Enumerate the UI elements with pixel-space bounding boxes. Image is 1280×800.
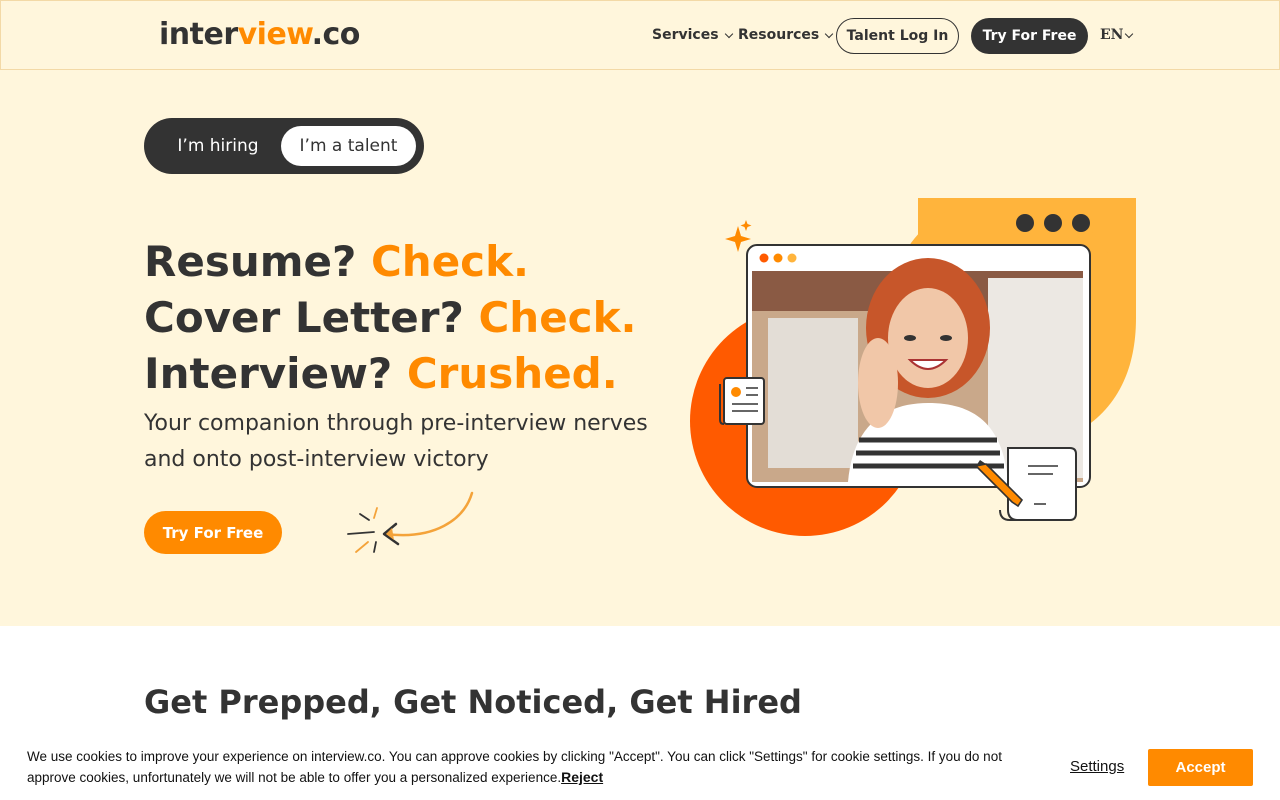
talent-login-button[interactable]: Talent Log In — [836, 18, 959, 54]
arrow-doodle-icon — [347, 491, 474, 553]
headline-line: Interview? Crushed. — [144, 349, 618, 398]
cookie-reject-link[interactable]: Reject — [561, 769, 603, 785]
site-header: interview.co Services Resources Talent L… — [0, 0, 1280, 70]
try-free-hero-button[interactable]: Try For Free — [144, 511, 282, 554]
cookie-text-block: We use cookies to improve your experienc… — [27, 746, 1037, 788]
hero-section: I’m hiring I’m a talent Resume? Check. C… — [0, 70, 1280, 626]
headline-line: Cover Letter? Check. — [144, 293, 637, 342]
cookie-accept-button[interactable]: Accept — [1148, 749, 1253, 786]
chevron-down-icon — [724, 29, 733, 38]
nav-services[interactable]: Services — [652, 27, 733, 43]
cookie-settings-link[interactable]: Settings — [1070, 758, 1124, 775]
hero-subtitle: Your companion through pre-interview ner… — [144, 411, 648, 472]
cookie-banner: We use cookies to improve your experienc… — [0, 734, 1280, 800]
try-free-header-button[interactable]: Try For Free — [971, 18, 1088, 54]
toggle-talent[interactable]: I’m a talent — [281, 126, 416, 166]
chevron-down-icon — [824, 29, 834, 38]
logo[interactable]: interview.co — [159, 17, 360, 52]
nav-services-label: Services — [652, 27, 719, 43]
nav-resources-label: Resources — [738, 27, 820, 43]
hero-headline: Resume? Check. Cover Letter? Check. Inte… — [144, 234, 636, 402]
toggle-hiring[interactable]: I’m hiring — [158, 126, 278, 166]
audience-toggle: I’m hiring I’m a talent — [144, 118, 424, 174]
sparkle-icon — [725, 220, 752, 252]
chevron-down-icon — [1125, 29, 1134, 38]
language-label: EN — [1100, 27, 1124, 43]
headline-line: Resume? Check. — [144, 237, 529, 286]
section-title: Get Prepped, Get Noticed, Get Hired — [144, 683, 802, 721]
cookie-message: We use cookies to improve your experienc… — [27, 749, 1002, 785]
hero-illustration — [690, 198, 1136, 536]
resume-icon — [719, 377, 765, 425]
language-selector[interactable]: EN — [1100, 27, 1134, 43]
nav-resources[interactable]: Resources — [738, 27, 834, 43]
